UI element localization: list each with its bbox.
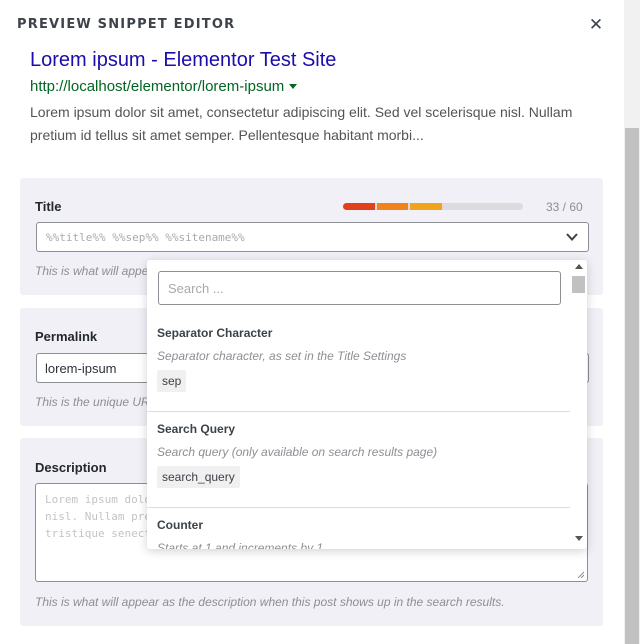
title-select-value: %%title%% %%sep%% %%sitename%% [46,231,245,244]
variable-name: Counter [157,518,203,532]
variable-description: Search query (only available on search r… [157,445,438,459]
variable-item[interactable]: Counter Starts at 1 and increments by 1.… [147,508,570,549]
variable-description: Separator character, as set in the Title… [157,349,407,363]
variable-search-input[interactable] [158,271,561,305]
scroll-down-arrow-icon[interactable] [575,536,583,541]
scroll-up-arrow-icon[interactable] [575,264,583,269]
modal-title: PREVIEW SNIPPET EDITOR [17,17,236,32]
snippet-editor-modal: PREVIEW SNIPPET EDITOR ✕ Lorem ipsum - E… [0,0,640,644]
variable-item[interactable]: Separator Character Separator character,… [147,316,570,412]
chevron-down-icon [566,233,578,241]
variable-name: Search Query [157,422,236,436]
variable-name: Separator Character [157,326,273,340]
variable-tag: search_query [157,466,240,488]
caret-down-icon [289,84,298,89]
preview-title[interactable]: Lorem ipsum - Elementor Test Site [30,47,600,73]
dropdown-scrollbar-thumb[interactable] [572,276,585,293]
dropdown-scrollbar[interactable] [570,260,587,549]
progress-segment [343,203,375,210]
title-length-progress [343,203,523,210]
title-length-counter: 33 / 60 [546,200,583,214]
preview-url[interactable]: http://localhost/elementor/lorem-ipsum [30,77,600,97]
permalink-label: Permalink [35,329,98,344]
variable-description: Starts at 1 and increments by 1. [157,541,327,549]
variable-item[interactable]: Search Query Search query (only availabl… [147,412,570,508]
variable-tag: sep [157,370,187,392]
progress-segment [410,203,442,210]
snippet-variable-dropdown: Separator Character Separator character,… [147,260,587,549]
preview-url-text: http://localhost/elementor/lorem-ipsum [30,78,285,95]
google-preview: Lorem ipsum - Elementor Test Site http:/… [30,47,600,147]
description-hint: This is what will appear as the descript… [35,595,505,609]
close-button[interactable]: ✕ [586,14,606,36]
title-label: Title [35,199,62,214]
preview-description: Lorem ipsum dolor sit amet, consectetur … [30,104,573,143]
resize-grip-icon[interactable] [577,571,584,578]
modal-scrollbar-thumb[interactable] [625,128,639,644]
description-label: Description [35,460,107,475]
close-icon: ✕ [588,15,604,35]
title-select[interactable]: %%title%% %%sep%% %%sitename%% [36,222,589,252]
variable-list: Separator Character Separator character,… [147,316,570,549]
progress-segment [376,203,409,210]
